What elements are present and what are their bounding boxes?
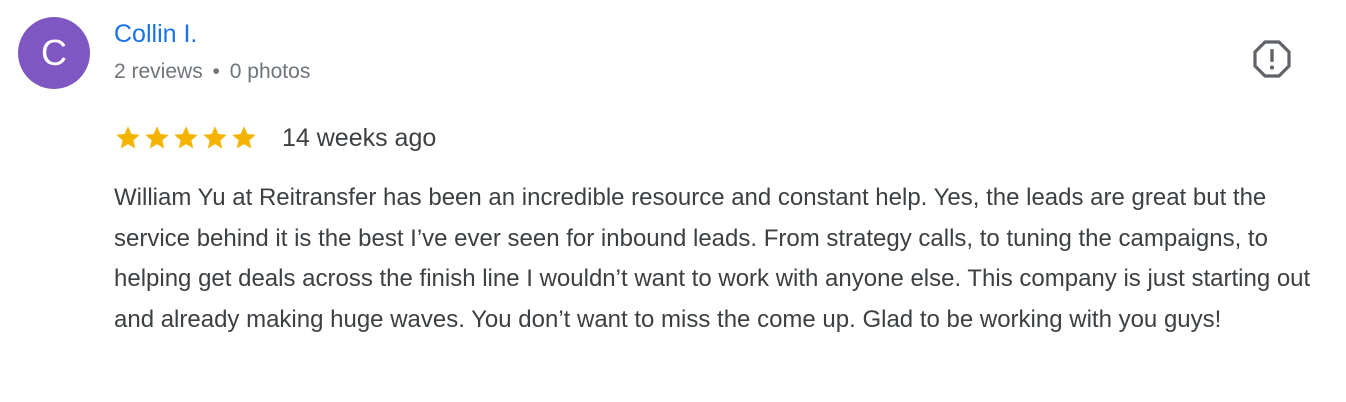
meta-separator: • (212, 60, 220, 83)
star-icon (203, 126, 227, 149)
reviewer-meta: 2 reviews • 0 photos (114, 60, 310, 84)
star-icon (174, 126, 198, 149)
review-time: 14 weeks ago (282, 123, 437, 152)
star-rating (114, 124, 258, 152)
reviewer-name-link[interactable]: Collin I. (114, 20, 197, 49)
rating-row: 14 weeks ago (114, 121, 436, 155)
report-review-button[interactable] (1250, 37, 1294, 81)
reviews-count: 2 reviews (114, 60, 203, 83)
report-flag-icon (1253, 40, 1291, 78)
avatar-letter: C (41, 32, 67, 73)
star-icon (145, 126, 169, 149)
star-icon (116, 126, 140, 149)
photos-count: 0 photos (229, 60, 311, 83)
avatar[interactable]: C (18, 17, 90, 89)
star-icon (232, 126, 256, 149)
review-card: C Collin I. 2 reviews • 0 photos 14 week… (0, 0, 1346, 402)
review-text: William Yu at Reitransfer has been an in… (114, 184, 1311, 333)
